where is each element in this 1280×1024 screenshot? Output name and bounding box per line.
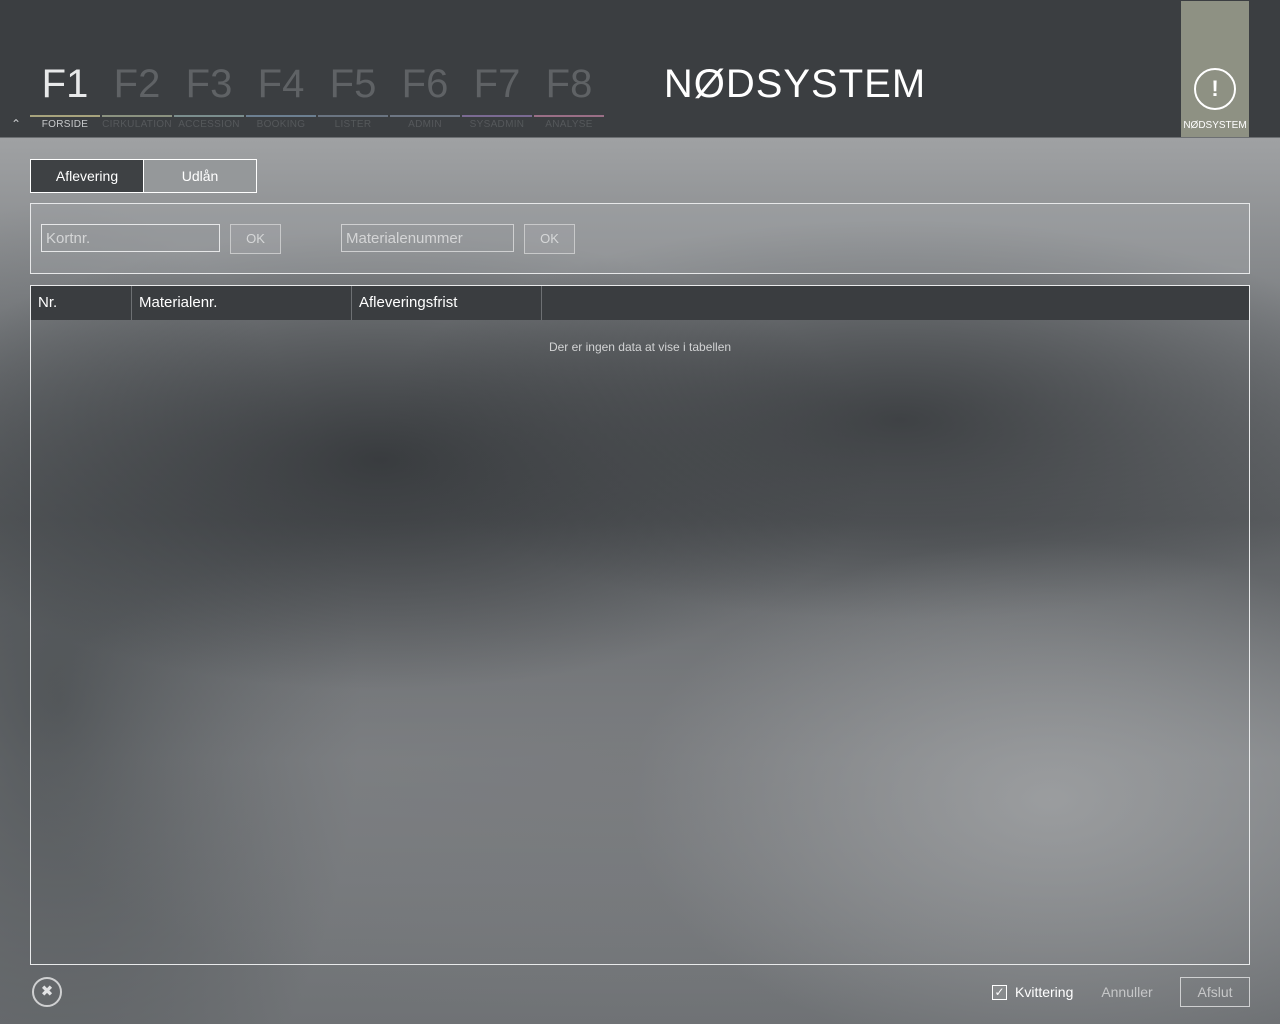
fkey-number: F5 — [329, 62, 377, 106]
column-header-afleveringsfrist[interactable]: Afleveringsfrist — [352, 286, 542, 320]
fkey-f6-admin[interactable]: F6 ADMIN — [390, 56, 460, 134]
card-number-input[interactable] — [41, 224, 220, 252]
emergency-tile-label: NØDSYSTEM — [1183, 120, 1247, 131]
fkey-underline — [390, 115, 460, 117]
fkey-underline — [174, 115, 244, 117]
fkey-underline — [318, 115, 388, 117]
fkey-label: LISTER — [334, 119, 372, 130]
cancel-button[interactable]: Annuller — [1090, 984, 1164, 1000]
tab-aflevering[interactable]: Aflevering — [30, 159, 144, 193]
card-ok-button[interactable]: OK — [230, 224, 281, 254]
mode-tabs: Aflevering Udlån — [30, 159, 257, 193]
column-header-empty — [542, 286, 1249, 320]
chevron-up-icon[interactable]: ⌃ — [7, 116, 25, 132]
fkey-label: BOOKING — [256, 119, 306, 130]
material-number-input[interactable] — [341, 224, 514, 252]
page-title: NØDSYSTEM — [663, 62, 927, 106]
fkey-underline — [534, 115, 604, 117]
top-bar: ⌃ F1 FORSIDE F2 CIRKULATION F3 ACCESSION… — [0, 0, 1280, 138]
fkey-f3-accession[interactable]: F3 ACCESSION — [174, 56, 244, 134]
exclamation-icon: ! — [1194, 68, 1236, 110]
fkey-underline — [30, 115, 100, 117]
fkey-label: SYSADMIN — [469, 119, 525, 130]
column-header-nr[interactable]: Nr. — [31, 286, 132, 320]
fkey-number: F2 — [113, 62, 161, 106]
table-empty-message: Der er ingen data at vise i tabellen — [548, 340, 732, 354]
fkey-underline — [102, 115, 172, 117]
fkey-label: ANALYSE — [545, 119, 593, 130]
fkey-number: F3 — [185, 62, 233, 106]
fkey-number: F7 — [473, 62, 521, 106]
fkey-number: F4 — [257, 62, 305, 106]
input-panel: OK OK — [30, 203, 1250, 274]
fkey-underline — [462, 115, 532, 117]
fkey-f1-forside[interactable]: F1 FORSIDE — [30, 56, 100, 134]
checkmark-icon[interactable]: ✓ — [992, 984, 1007, 1000]
fkey-f8-analyse[interactable]: F8 ANALYSE — [534, 56, 604, 134]
fkey-label: CIRKULATION — [102, 119, 172, 130]
fkey-underline — [246, 115, 316, 117]
fkey-label: FORSIDE — [41, 119, 89, 130]
fkey-f7-sysadmin[interactable]: F7 SYSADMIN — [462, 56, 532, 134]
fkey-label: ACCESSION — [178, 119, 240, 130]
fkey-number: F1 — [41, 62, 89, 106]
fkey-f5-lister[interactable]: F5 LISTER — [318, 56, 388, 134]
tab-udlaan[interactable]: Udlån — [144, 159, 257, 193]
finish-button[interactable]: Afslut — [1180, 977, 1250, 1007]
fkey-number: F8 — [545, 62, 593, 106]
fkey-number: F6 — [401, 62, 449, 106]
receipt-checkbox[interactable]: ✓ Kvittering — [992, 983, 1073, 1001]
loans-table: Nr. Materialenr. Afleveringsfrist Der er… — [30, 285, 1250, 965]
column-header-materialenr[interactable]: Materialenr. — [132, 286, 352, 320]
fkey-f2-cirkulation[interactable]: F2 CIRKULATION — [102, 56, 172, 134]
emergency-system-tile[interactable]: ! NØDSYSTEM — [1181, 1, 1249, 137]
table-header: Nr. Materialenr. Afleveringsfrist — [31, 286, 1249, 320]
fkey-label: ADMIN — [408, 119, 442, 130]
material-ok-button[interactable]: OK — [524, 224, 575, 254]
fkey-f4-booking[interactable]: F4 BOOKING — [246, 56, 316, 134]
receipt-label: Kvittering — [1015, 984, 1074, 1000]
close-circle-icon[interactable]: ✖ — [32, 977, 62, 1007]
